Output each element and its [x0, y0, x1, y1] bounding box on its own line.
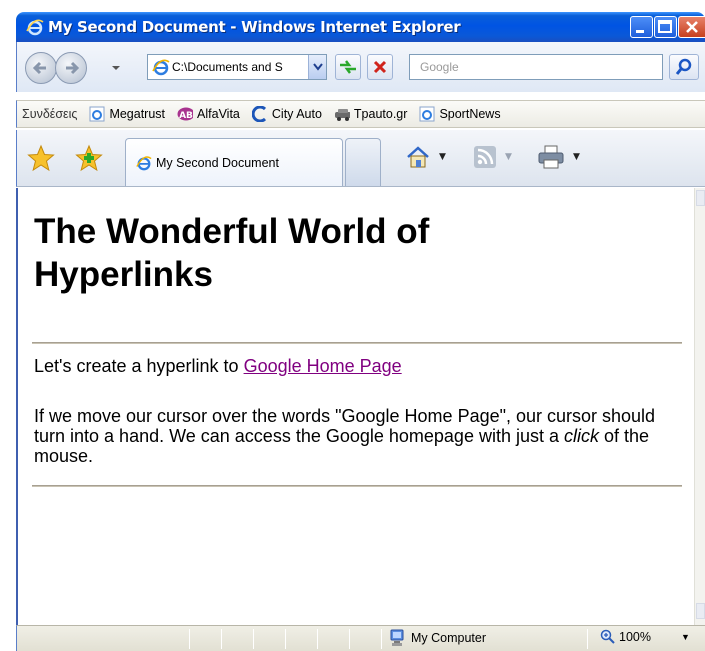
favorites-star-icon[interactable] [27, 144, 55, 172]
status-divider [317, 629, 318, 649]
refresh-button[interactable] [335, 54, 361, 80]
maximize-icon [658, 20, 672, 33]
link-alfavita[interactable]: AB AlfaVita [177, 106, 240, 122]
forward-arrow-icon [66, 61, 80, 75]
zone-label: My Computer [411, 631, 487, 645]
status-divider [189, 629, 190, 649]
ie-page-icon [89, 106, 105, 122]
title-bar: My Second Document - Windows Internet Ex… [16, 12, 705, 42]
rss-feed-icon [474, 146, 496, 168]
new-tab-button[interactable] [345, 138, 381, 186]
intro-text: Let's create a hyperlink to [34, 356, 244, 376]
link-megatrust[interactable]: Megatrust [89, 106, 165, 122]
ie-logo-icon [26, 19, 44, 36]
search-input[interactable]: Google [409, 54, 663, 80]
home-icon [407, 146, 429, 168]
svg-text:AB: AB [179, 111, 193, 121]
status-divider [253, 629, 254, 649]
feeds-button[interactable]: ▼ [473, 142, 512, 172]
link-label: Tpauto.gr [353, 107, 408, 121]
close-icon [686, 21, 698, 33]
add-to-favorites-icon[interactable] [75, 144, 103, 172]
ie-page-icon [136, 155, 152, 170]
zoom-dropdown-icon[interactable]: ▼ [681, 632, 690, 642]
google-home-page-link[interactable]: Google Home Page [244, 356, 402, 376]
security-zone[interactable]: My Computer [389, 629, 486, 647]
print-button[interactable]: ▼ [537, 142, 580, 172]
minimize-button[interactable] [630, 16, 653, 38]
paragraph-text: If we move our cursor over the words "Go… [34, 406, 656, 446]
page-heading: The Wonderful World of Hyperlinks [34, 212, 430, 294]
vertical-scrollbar[interactable] [694, 188, 705, 625]
tab-bar: My Second Document ▼ ▼ ▼ [16, 130, 705, 187]
maximize-button[interactable] [654, 16, 677, 38]
zoom-control[interactable]: 100% [600, 629, 651, 645]
ie-page-icon [152, 59, 170, 76]
page-content: The Wonderful World of Hyperlinks Let's … [16, 188, 694, 625]
back-arrow-icon [32, 61, 46, 75]
link-label: City Auto [271, 107, 322, 121]
intro-paragraph: Let's create a hyperlink to Google Home … [34, 356, 402, 377]
horizontal-rule [32, 485, 682, 487]
scroll-up-button[interactable] [696, 190, 705, 206]
status-divider [285, 629, 286, 649]
address-bar[interactable]: C:\Documents and S [147, 54, 327, 80]
back-button[interactable] [25, 52, 57, 84]
link-label: SportNews [439, 107, 501, 121]
zoom-magnifier-icon [600, 629, 615, 644]
stop-button[interactable] [367, 54, 393, 80]
status-divider [349, 629, 350, 649]
status-divider [381, 629, 382, 649]
search-icon [675, 58, 692, 75]
search-button[interactable] [669, 54, 699, 80]
link-sportnews[interactable]: SportNews [419, 106, 501, 122]
minimize-icon [636, 30, 644, 33]
address-input[interactable]: C:\Documents and S [172, 60, 304, 74]
status-divider [221, 629, 222, 649]
tab-label: My Second Document [156, 155, 279, 170]
home-dropdown-icon[interactable]: ▼ [439, 152, 446, 162]
home-button[interactable]: ▼ [405, 142, 446, 172]
recent-pages-dropdown-icon[interactable] [111, 64, 121, 72]
links-label: Συνδέσεις [22, 107, 78, 121]
navigation-bar: C:\Documents and S Google [16, 42, 705, 92]
chevron-down-icon [312, 63, 323, 71]
link-label: Megatrust [109, 107, 166, 121]
ie-page-icon [419, 106, 435, 122]
link-label: AlfaVita [197, 107, 240, 121]
links-bar: Συνδέσεις Megatrust AB AlfaVita City Aut… [16, 100, 705, 128]
scroll-down-button[interactable] [696, 603, 705, 619]
print-dropdown-icon[interactable]: ▼ [573, 152, 580, 162]
window-title: My Second Document - Windows Internet Ex… [48, 18, 461, 36]
car-icon [334, 106, 350, 122]
status-bar: My Computer 100% ▼ [16, 625, 705, 651]
feeds-dropdown-icon[interactable]: ▼ [505, 152, 512, 162]
ab-logo-icon: AB [177, 106, 194, 122]
link-city-auto[interactable]: City Auto [251, 106, 322, 122]
printer-icon [538, 145, 564, 169]
tab-my-second-document[interactable]: My Second Document [125, 138, 343, 186]
horizontal-rule [32, 342, 682, 344]
close-button[interactable] [678, 16, 705, 38]
body-paragraph: If we move our cursor over the words "Go… [34, 406, 690, 466]
c-logo-icon [251, 106, 268, 122]
stop-x-icon [373, 60, 387, 74]
emphasis-text: click [564, 426, 599, 446]
address-dropdown-button[interactable] [308, 55, 326, 79]
forward-button[interactable] [55, 52, 87, 84]
zoom-level: 100% [619, 630, 651, 644]
link-tpauto[interactable]: Tpauto.gr [334, 106, 408, 122]
my-computer-icon [390, 629, 404, 646]
status-divider [587, 629, 588, 649]
refresh-icon [340, 60, 356, 74]
